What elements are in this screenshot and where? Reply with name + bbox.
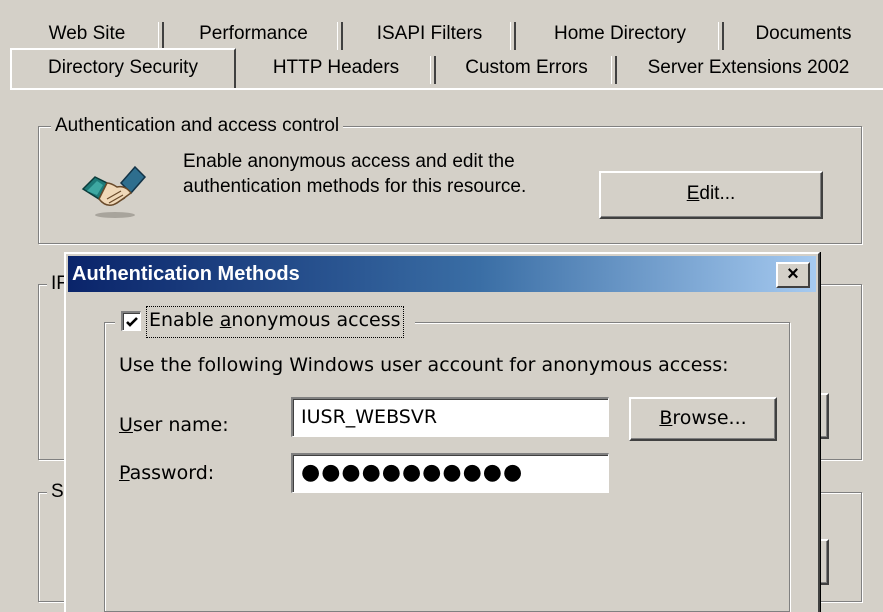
anonymous-access-checkbox[interactable] bbox=[121, 311, 141, 331]
anonymous-access-group: Enable anonymous access Use the followin… bbox=[104, 306, 790, 612]
auth-description: Enable anonymous access and edit the aut… bbox=[183, 149, 526, 199]
anonymous-access-legend: Enable anonymous access bbox=[115, 306, 415, 338]
dialog-title: Authentication Methods bbox=[72, 263, 300, 285]
tab-home-directory[interactable]: Home Directory bbox=[516, 16, 724, 52]
tab-web-site[interactable]: Web Site bbox=[10, 16, 164, 52]
auth-group-legend: Authentication and access control bbox=[51, 113, 344, 139]
edit-button[interactable]: Edit... bbox=[599, 171, 823, 219]
anonymous-access-label[interactable]: Enable anonymous access bbox=[146, 306, 404, 338]
tab-isapi-filters[interactable]: ISAPI Filters bbox=[343, 16, 516, 52]
browse-button[interactable]: Browse... bbox=[629, 397, 777, 441]
username-field[interactable]: IUSR_WEBSVR bbox=[291, 397, 609, 437]
anonymous-instruction: Use the following Windows user account f… bbox=[119, 354, 729, 376]
edit-button-label: Edit... bbox=[686, 183, 736, 204]
close-icon[interactable]: × bbox=[776, 262, 810, 288]
dialog-titlebar[interactable]: Authentication Methods × bbox=[68, 256, 816, 292]
tab-panel-edge bbox=[10, 88, 883, 90]
auth-group: Authentication and access control Enable… bbox=[38, 113, 862, 244]
password-label: Password: bbox=[119, 462, 215, 484]
username-label: User name: bbox=[119, 414, 229, 436]
auth-description-line1: Enable anonymous access and edit the bbox=[183, 151, 515, 172]
checkmark-icon bbox=[126, 317, 138, 327]
authentication-methods-dialog: Authentication Methods × Enable anonymou… bbox=[64, 252, 820, 612]
auth-description-line2: authentication methods for this resource… bbox=[183, 176, 527, 197]
password-field[interactable]: ●●●●●●●●●●● bbox=[291, 453, 609, 493]
handshake-icon bbox=[77, 149, 151, 221]
tab-http-headers[interactable]: HTTP Headers bbox=[236, 50, 436, 86]
tab-performance[interactable]: Performance bbox=[164, 16, 343, 52]
tab-directory-security[interactable]: Directory Security bbox=[10, 48, 236, 88]
iis-properties-sheet: Web Site Performance ISAPI Filters Home … bbox=[0, 0, 883, 612]
tab-documents[interactable]: Documents bbox=[724, 16, 883, 52]
browse-button-label: Browse... bbox=[659, 407, 747, 429]
tab-custom-errors[interactable]: Custom Errors bbox=[436, 50, 617, 86]
tab-server-extensions-2002[interactable]: Server Extensions 2002 bbox=[617, 50, 880, 86]
